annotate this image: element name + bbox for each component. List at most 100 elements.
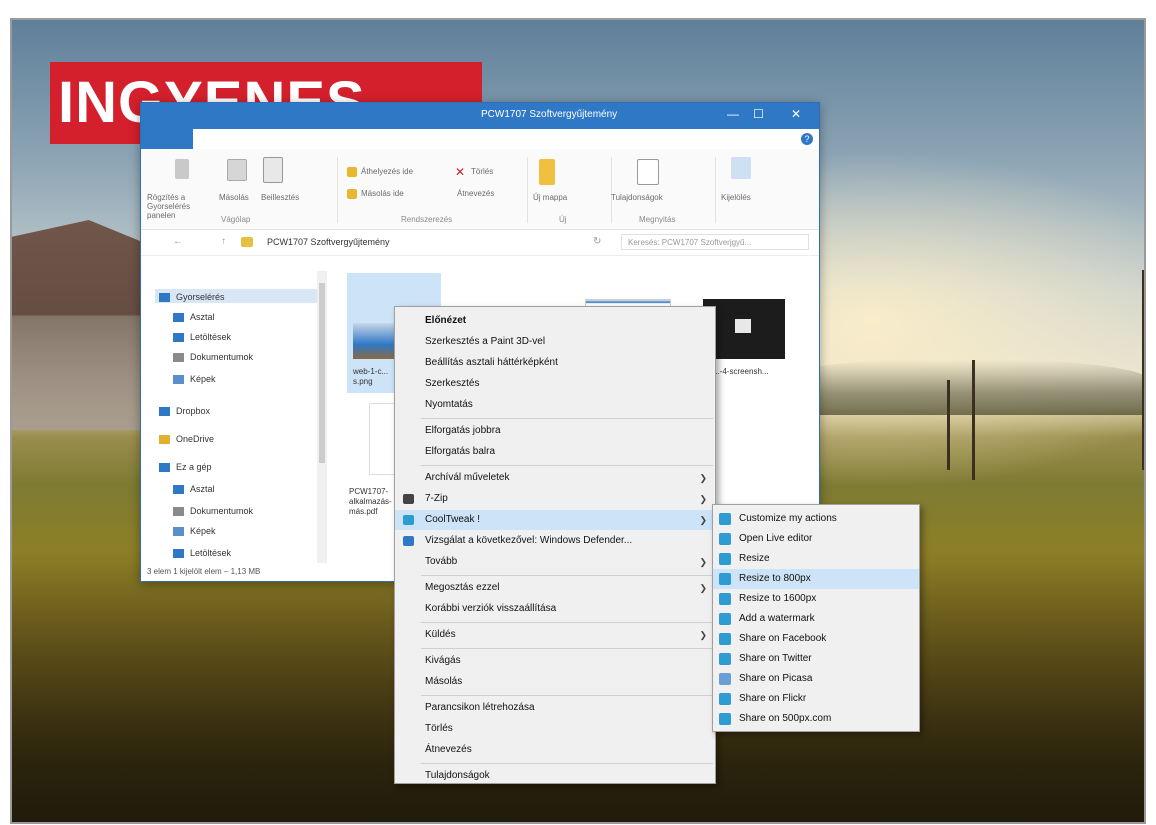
star-icon <box>159 293 170 303</box>
ribbon-item-new-folder[interactable]: Új mappa <box>533 193 567 202</box>
sidebar-item[interactable]: Képek <box>173 371 216 387</box>
submenu-item[interactable]: Add a watermark <box>713 609 919 629</box>
ribbon-item-properties[interactable]: Tulajdonságok <box>611 193 663 202</box>
context-menu-item[interactable]: Kivágás <box>395 651 715 671</box>
context-menu-item-label: Beállítás asztali háttérképként <box>425 357 558 368</box>
sidebar-item[interactable]: Képek <box>173 523 216 539</box>
context-menu-item[interactable]: Megosztás ezzel ❯ <box>395 578 715 598</box>
cooltweak-action-icon <box>719 513 731 525</box>
context-menu-item[interactable]: Előnézet <box>395 311 715 331</box>
ribbon-item-select[interactable]: Kijelölés <box>721 193 751 202</box>
sidebar-item-label: OneDrive <box>176 434 215 444</box>
sidebar-item[interactable]: OneDrive <box>159 431 214 447</box>
up-icon[interactable]: ↑ <box>221 236 226 247</box>
context-menu-item[interactable]: Átnevezés <box>395 740 715 760</box>
submenu-item[interactable]: Resize <box>713 549 919 569</box>
search-input[interactable]: Keresés: PCW1707 Szoftverjgyű... <box>621 234 809 250</box>
ribbon-separator <box>337 157 338 223</box>
context-menu-item[interactable]: Elforgatás balra <box>395 442 715 462</box>
image-thumbnail[interactable] <box>353 323 395 359</box>
context-menu-item[interactable]: Szerkesztés a Paint 3D-vel <box>395 332 715 352</box>
document-thumbnail[interactable] <box>369 403 397 475</box>
context-menu-item[interactable]: Nyomtatás <box>395 395 715 415</box>
submenu-item[interactable]: Open Live editor <box>713 529 919 549</box>
sidebar-item-label: Ez a gép <box>176 462 212 472</box>
treeline <box>772 360 1144 415</box>
sidebar-item[interactable]: Dropbox <box>159 403 210 419</box>
ribbon-item-move[interactable]: Áthelyezés ide <box>361 167 413 176</box>
ribbon-item-pin[interactable]: Rögzítés a Gyorselérés panelen <box>147 193 207 220</box>
close-button[interactable]: ✕ <box>791 107 801 121</box>
ribbon-item-rename[interactable]: Átnevezés <box>457 189 494 198</box>
scrollbar-thumb[interactable] <box>319 283 325 463</box>
file-name[interactable]: PCW1707-alkalmazás-más.pdf <box>349 487 393 517</box>
window-title: PCW1707 Szoftvergyűjtemény <box>481 109 618 120</box>
sidebar-item[interactable]: Letöltések <box>173 329 231 345</box>
ribbon-group-organize: Rendszerezés <box>401 215 453 224</box>
maximize-button[interactable]: ☐ <box>753 107 764 121</box>
context-menu-item[interactable]: Tulajdonságok <box>395 766 715 786</box>
context-menu-item[interactable]: Elforgatás jobbra <box>395 421 715 441</box>
context-menu-item[interactable]: Törlés <box>395 719 715 739</box>
cooltweak-action-icon <box>719 533 731 545</box>
help-icon[interactable]: ? <box>801 133 813 145</box>
submenu-item[interactable]: Share on Twitter <box>713 649 919 669</box>
context-menu-item[interactable]: Másolás <box>395 672 715 692</box>
context-menu-item[interactable]: Szerkesztés <box>395 374 715 394</box>
submenu-item[interactable]: Resize to 1600px <box>713 589 919 609</box>
context-menu-item[interactable]: Archívál műveletek ❯ <box>395 468 715 488</box>
nav-scrollbar[interactable] <box>317 271 327 563</box>
context-menu-item-label: Kivágás <box>425 655 461 666</box>
desktop-icon <box>173 313 184 323</box>
menu-separator <box>421 695 713 696</box>
context-menu-item[interactable]: Beállítás asztali háttérképként <box>395 353 715 373</box>
context-menu-item[interactable]: Küldés ❯ <box>395 625 715 645</box>
back-icon[interactable]: ← <box>173 236 183 247</box>
file-name[interactable]: web-1-c... s.png <box>353 367 397 387</box>
cooltweak-action-icon <box>719 573 731 585</box>
sidebar-item-label: Dokumentumok <box>190 352 254 362</box>
refresh-icon[interactable]: ↻ <box>593 236 601 247</box>
sidebar-item[interactable]: Letöltések <box>173 545 231 561</box>
context-menu-item[interactable]: Parancsikon létrehozása <box>395 698 715 718</box>
submenu-item[interactable]: Share on Flickr <box>713 689 919 709</box>
submenu-item[interactable]: Share on Facebook <box>713 629 919 649</box>
menu-separator <box>421 465 713 466</box>
context-menu-item-label: Megosztás ezzel <box>425 582 500 593</box>
minimize-button[interactable]: — <box>727 107 739 121</box>
document-icon <box>173 507 184 517</box>
paste-icon <box>263 157 283 183</box>
ribbon-item-paste[interactable]: Beillesztés <box>261 193 299 202</box>
submenu-item[interactable]: Resize to 800px <box>713 569 919 589</box>
ribbon-item-copy-to[interactable]: Másolás ide <box>361 189 404 198</box>
submenu-item[interactable]: Customize my actions <box>713 509 919 529</box>
context-menu-item-label: Elforgatás jobbra <box>425 425 501 436</box>
sidebar-item[interactable]: Dokumentumok <box>173 503 253 519</box>
sidebar-item[interactable]: Asztal <box>173 481 215 497</box>
context-menu-item[interactable]: Vizsgálat a következővel: Windows Defend… <box>395 531 715 551</box>
submenu-item-label: Open Live editor <box>739 533 813 544</box>
sidebar-item[interactable]: Dokumentumok <box>173 349 253 365</box>
sidebar-item[interactable]: Asztal <box>173 309 215 325</box>
ribbon-item-copy[interactable]: Másolás <box>219 193 249 202</box>
sidebar-item[interactable]: Ez a gép <box>159 459 212 475</box>
computer-icon <box>159 463 170 473</box>
context-menu-item-label: Tulajdonságok <box>425 770 490 781</box>
tab-file[interactable] <box>141 129 193 149</box>
context-menu-item[interactable]: Tovább ❯ <box>395 552 715 572</box>
submenu-item-label: Share on 500px.com <box>739 713 832 724</box>
submenu-item[interactable]: Share on Picasa <box>713 669 919 689</box>
chevron-right-icon: ❯ <box>699 630 707 640</box>
context-menu-item[interactable]: Korábbi verziók visszaállítása <box>395 599 715 619</box>
context-menu-item[interactable]: CoolTweak ! ❯ <box>395 510 715 530</box>
ribbon-item-delete[interactable]: Törlés <box>471 167 493 176</box>
submenu-item[interactable]: Share on 500px.com <box>713 709 919 729</box>
sidebar-item[interactable]: Gyorselérés <box>159 289 225 305</box>
copy-to-icon <box>347 189 357 199</box>
menu-separator <box>421 575 713 576</box>
context-menu-item[interactable]: 7-Zip ❯ <box>395 489 715 509</box>
ribbon-group-open: Megnyitás <box>639 215 676 224</box>
path-breadcrumb[interactable]: PCW1707 Szoftvergyűjtemény <box>267 237 390 247</box>
file-name[interactable]: ...-4-screensh... <box>713 367 769 377</box>
new-folder-icon <box>539 159 555 185</box>
